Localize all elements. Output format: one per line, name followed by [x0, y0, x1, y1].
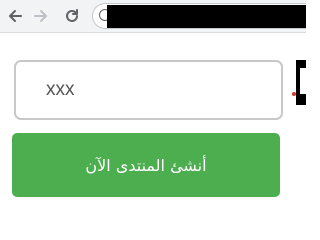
forward-button[interactable]	[30, 5, 52, 27]
redacted-block-gap	[300, 68, 306, 94]
forward-arrow-icon	[34, 10, 47, 22]
create-forum-button[interactable]: أنشئ المنتدى الآن	[12, 133, 280, 197]
redacted-url	[107, 5, 306, 28]
page-content: أنشئ المنتدى الآن	[0, 33, 306, 232]
address-bar[interactable]	[92, 3, 306, 29]
required-marker	[292, 92, 296, 96]
browser-toolbar	[0, 0, 306, 33]
forum-name-input[interactable]	[14, 60, 283, 120]
reload-button[interactable]	[61, 5, 83, 27]
reload-icon	[66, 9, 78, 22]
back-arrow-icon	[9, 10, 22, 22]
back-button[interactable]	[4, 5, 26, 27]
